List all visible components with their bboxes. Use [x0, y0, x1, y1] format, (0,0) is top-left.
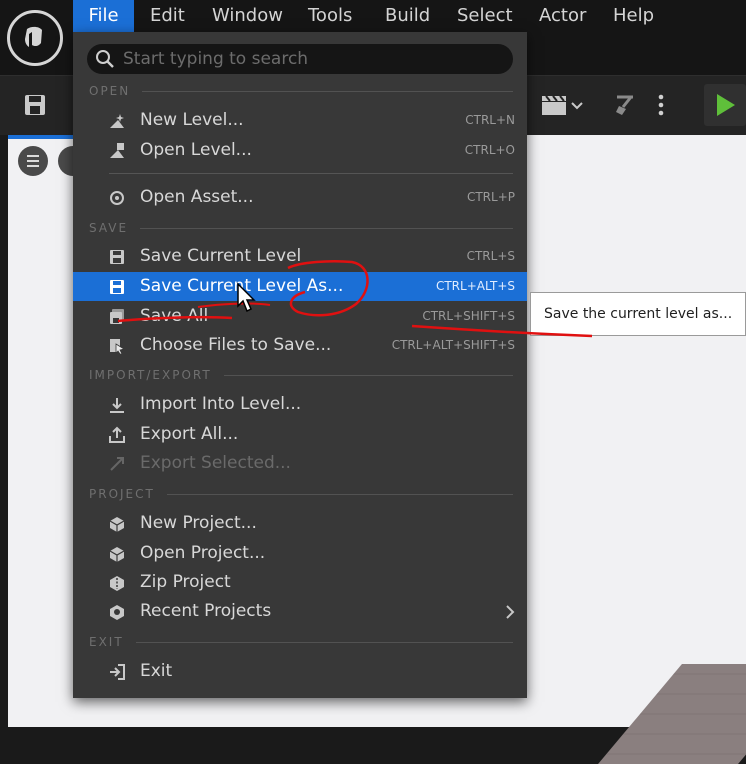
menu-item-label: Open Level...	[140, 140, 252, 160]
chevron-right-icon	[506, 605, 515, 619]
menu-build[interactable]: Build	[385, 0, 430, 32]
menu-item-label: New Level...	[140, 110, 244, 130]
menu-edit[interactable]: Edit	[150, 0, 185, 32]
exit-icon	[110, 664, 125, 680]
menu-item-save-current-level[interactable]: Save Current Level CTRL+S	[73, 242, 527, 271]
menu-file[interactable]: File	[73, 0, 134, 32]
menu-item-new-project[interactable]: New Project...	[73, 509, 527, 538]
menu-item-save-current-level-as[interactable]: Save Current Level As... CTRL+ALT+S	[73, 272, 527, 301]
clapperboard-icon	[542, 95, 583, 115]
menu-search-box	[87, 44, 513, 74]
cinematics-dropdown-button[interactable]	[538, 88, 588, 122]
menu-item-label: Zip Project	[140, 572, 231, 592]
menu-item-export-selected: Export Selected...	[73, 449, 527, 478]
search-icon	[96, 50, 114, 68]
menu-item-shortcut: CTRL+S	[466, 249, 515, 263]
save-toolbar-button[interactable]	[18, 88, 52, 122]
export-icon	[109, 426, 125, 443]
viewport-border	[0, 135, 8, 727]
open-asset-icon	[110, 191, 124, 205]
menu-item-open-asset[interactable]: Open Asset... CTRL+P	[73, 183, 527, 212]
mouse-cursor-icon	[237, 282, 256, 313]
menu-item-exit[interactable]: Exit	[73, 657, 527, 686]
menu-item-label: Exit	[140, 661, 173, 681]
menu-search-input[interactable]	[123, 44, 503, 74]
menu-item-import-into-level[interactable]: Import Into Level...	[73, 390, 527, 419]
menu-item-label: Import Into Level...	[140, 394, 302, 414]
new-level-icon	[110, 114, 124, 128]
menu-item-label: Choose Files to Save...	[140, 335, 332, 355]
file-menu-dropdown: OPEN New Level... CTRL+N Open Level... C…	[73, 32, 527, 698]
new-project-icon	[109, 517, 125, 532]
section-header-project: PROJECT	[89, 486, 513, 502]
menu-item-zip-project[interactable]: Zip Project	[73, 568, 527, 597]
broom-icon	[616, 95, 633, 115]
menu-help[interactable]: Help	[613, 0, 654, 32]
more-options-button[interactable]	[652, 88, 670, 122]
menu-item-label: Export All...	[140, 424, 239, 444]
viewport-tab-indicator	[8, 135, 74, 139]
menu-item-choose-files-to-save[interactable]: Choose Files to Save... CTRL+ALT+SHIFT+S	[73, 331, 527, 360]
zip-project-icon	[110, 576, 124, 591]
hamburger-icon	[27, 155, 39, 167]
menu-tools[interactable]: Tools	[308, 0, 352, 32]
menu-select[interactable]: Select	[457, 0, 513, 32]
menu-item-label: Export Selected...	[140, 453, 291, 473]
unreal-logo-icon[interactable]	[7, 10, 63, 66]
save-icon	[25, 95, 45, 115]
menu-item-shortcut: CTRL+SHIFT+S	[422, 309, 515, 323]
menu-item-shortcut: CTRL+ALT+SHIFT+S	[391, 338, 515, 352]
section-label: OPEN	[89, 84, 131, 98]
menu-actor[interactable]: Actor	[539, 0, 586, 32]
menu-separator	[109, 173, 513, 174]
section-header-exit: EXIT	[89, 634, 513, 650]
import-icon	[110, 398, 124, 413]
more-vertical-icon	[658, 94, 664, 116]
menu-item-new-level[interactable]: New Level... CTRL+N	[73, 106, 527, 135]
menu-item-label: Save Current Level	[140, 246, 302, 266]
section-label: IMPORT/EXPORT	[89, 368, 212, 382]
section-header-save: SAVE	[89, 220, 513, 236]
section-label: EXIT	[89, 635, 124, 649]
recent-projects-icon	[110, 605, 124, 620]
save-all-icon	[110, 309, 124, 324]
menu-item-shortcut: CTRL+ALT+S	[435, 279, 515, 293]
menu-item-save-all[interactable]: Save All CTRL+SHIFT+S	[73, 302, 527, 331]
menu-item-export-all[interactable]: Export All...	[73, 420, 527, 449]
menu-item-label: Recent Projects	[140, 601, 272, 621]
open-level-icon	[110, 143, 124, 158]
section-header-open: OPEN	[89, 83, 513, 99]
viewport-options-button[interactable]	[18, 146, 48, 176]
section-label: SAVE	[89, 221, 129, 235]
tooltip: Save the current level as...	[530, 292, 746, 336]
menu-item-shortcut: CTRL+O	[464, 143, 515, 157]
open-project-icon	[109, 547, 125, 562]
menu-item-open-level[interactable]: Open Level... CTRL+O	[73, 136, 527, 165]
menu-item-label: Open Project...	[140, 543, 266, 563]
menu-item-recent-projects[interactable]: Recent Projects	[73, 597, 527, 626]
menu-item-open-project[interactable]: Open Project...	[73, 539, 527, 568]
menu-item-label: New Project...	[140, 513, 257, 533]
menu-item-label: Open Asset...	[140, 187, 254, 207]
menu-item-shortcut: CTRL+P	[466, 190, 515, 204]
save-as-icon	[110, 280, 124, 294]
choose-files-icon	[110, 339, 126, 355]
section-label: PROJECT	[89, 487, 155, 501]
menu-item-shortcut: CTRL+N	[465, 113, 515, 127]
play-button[interactable]	[704, 84, 746, 126]
menu-window[interactable]: Window	[212, 0, 283, 32]
build-tool-button[interactable]	[608, 88, 642, 122]
section-header-import-export: IMPORT/EXPORT	[89, 367, 513, 383]
save-icon	[110, 250, 124, 264]
export-selected-icon	[110, 457, 124, 471]
play-icon	[717, 94, 735, 116]
menu-item-label: Save All	[140, 306, 209, 326]
